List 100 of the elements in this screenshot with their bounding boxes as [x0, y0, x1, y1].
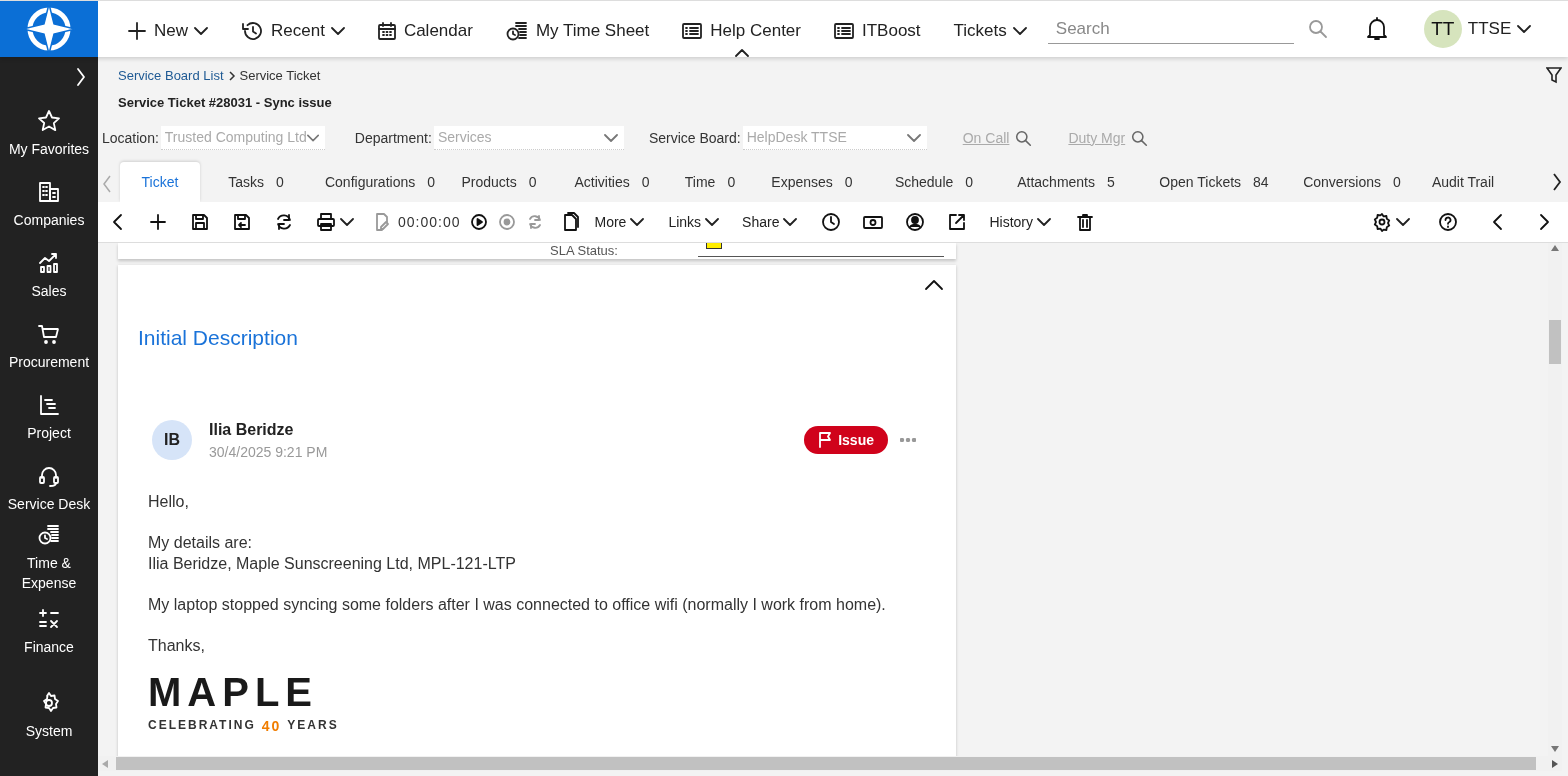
- chevron-right-icon: [227, 70, 236, 81]
- filter-icon[interactable]: [1546, 66, 1562, 84]
- nav-menu-item[interactable]: ITBoost: [834, 9, 921, 57]
- tab[interactable]: Products 0: [448, 162, 550, 202]
- nav-menu-item[interactable]: Recent: [241, 9, 345, 57]
- logo-tagline: YEARS: [287, 716, 339, 734]
- sidebar-icon[interactable]: [37, 251, 61, 275]
- plus-icon[interactable]: [148, 212, 168, 232]
- tab[interactable]: Audit Trail: [1418, 162, 1508, 202]
- tab[interactable]: Time 0: [674, 162, 746, 202]
- caret-down-icon: [783, 218, 798, 226]
- nav-menu-item[interactable]: Tickets: [953, 9, 1027, 57]
- history-icon: [241, 21, 263, 41]
- collapse-caret-icon[interactable]: [924, 279, 944, 291]
- sidebar-item[interactable]: Project: [1, 423, 97, 443]
- tab[interactable]: Expenses 0: [750, 162, 874, 202]
- caret-down-icon: [906, 133, 921, 142]
- printer-icon[interactable]: [316, 212, 336, 232]
- flag-icon: [818, 432, 833, 448]
- maple-logo: MAPLE: [148, 671, 318, 712]
- sidebar-item[interactable]: Finance: [1, 637, 97, 657]
- settings-icon[interactable]: [1372, 212, 1392, 232]
- calendar-icon: [377, 22, 396, 40]
- sidebar-item[interactable]: System: [1, 721, 97, 741]
- stop-icon[interactable]: [496, 212, 517, 232]
- caret-down-icon: [340, 218, 354, 226]
- tab[interactable]: Attachments 5: [994, 162, 1138, 202]
- scroll-right-icon[interactable]: [1552, 760, 1558, 768]
- save-close-icon[interactable]: [232, 212, 252, 232]
- timesheet-icon: [505, 21, 528, 41]
- sidebar-icon[interactable]: [37, 464, 61, 488]
- scroll-down-icon[interactable]: [1551, 746, 1559, 752]
- caret-down-icon: [630, 218, 645, 226]
- search-icon[interactable]: [1015, 129, 1033, 147]
- tab[interactable]: Open Tickets 84: [1142, 162, 1286, 202]
- toolbar-menu[interactable]: More: [594, 211, 645, 233]
- breadcrumb-link[interactable]: Service Board List: [118, 66, 224, 86]
- timer-display: 00:00:00: [398, 212, 461, 232]
- toolbar-menu[interactable]: Links: [668, 211, 720, 233]
- field-label: Department:: [354, 128, 432, 148]
- scroll-thumb[interactable]: [1549, 320, 1561, 364]
- scroll-thumb[interactable]: [116, 757, 1536, 770]
- sidebar-icon[interactable]: [37, 180, 61, 204]
- user-avatar[interactable]: TT: [1423, 10, 1462, 48]
- sidebar-icon[interactable]: [37, 109, 61, 133]
- sidebar-item[interactable]: Service Desk: [1, 494, 97, 514]
- play-icon[interactable]: [468, 212, 489, 232]
- author-name: Ilia Beridze: [209, 419, 295, 440]
- post-date: 30/4/2025 9:21 PM: [209, 442, 328, 462]
- external-link-icon[interactable]: [947, 212, 968, 232]
- nav-menu-item[interactable]: Help Center: [682, 9, 801, 57]
- caret-down-icon: [306, 133, 319, 142]
- issue-tag[interactable]: Issue: [804, 426, 888, 454]
- refresh-icon[interactable]: [274, 212, 294, 232]
- nav-menu-item[interactable]: My Time Sheet: [505, 9, 650, 57]
- nav-menu-item[interactable]: New: [128, 9, 208, 57]
- sidebar-item[interactable]: Procurement: [1, 352, 97, 372]
- scroll-up-icon[interactable]: [1551, 245, 1559, 251]
- search-input[interactable]: Search: [1047, 15, 1294, 42]
- sidebar-item[interactable]: Time & Expense: [1, 553, 97, 593]
- trash-icon[interactable]: [1075, 212, 1095, 232]
- sidebar-item[interactable]: Sales: [1, 281, 97, 301]
- page-title: Service Ticket #28031 - Sync issue: [118, 93, 332, 112]
- tab[interactable]: Tasks 0: [200, 162, 312, 202]
- tab[interactable]: Schedule 0: [878, 162, 990, 202]
- save-icon[interactable]: [190, 212, 210, 232]
- sidebar-item[interactable]: Companies: [1, 210, 97, 230]
- section-title: Initial Description: [138, 325, 298, 351]
- caret-down-icon: [1517, 25, 1532, 33]
- sidebar-icon[interactable]: [37, 523, 61, 547]
- breadcrumb-current: Service Ticket: [239, 67, 321, 85]
- sidebar-item[interactable]: My Favorites: [1, 139, 97, 159]
- bell-icon[interactable]: [1365, 17, 1388, 41]
- sidebar-icon[interactable]: [37, 322, 61, 346]
- message-paragraph: My laptop stopped syncing some folders after I was connected to office wifi (normally I work from home).: [148, 594, 887, 615]
- app-logo[interactable]: [0, 1, 98, 57]
- toolbar-menu[interactable]: History: [989, 211, 1051, 233]
- logo-tagline-number: 40: [261, 716, 282, 736]
- caret-down-icon: [705, 218, 720, 226]
- tab[interactable]: Conversions 0: [1290, 162, 1414, 202]
- more-icon[interactable]: [900, 438, 916, 442]
- tab[interactable]: Configurations 0: [316, 162, 444, 202]
- field-label: Location:: [102, 128, 159, 148]
- tab[interactable]: Activities 0: [554, 162, 670, 202]
- author-avatar: IB: [152, 420, 192, 460]
- list-icon: [682, 23, 703, 39]
- search-icon[interactable]: [1131, 129, 1149, 147]
- toolbar-menu[interactable]: Share: [742, 211, 798, 233]
- sidebar-icon[interactable]: [37, 607, 61, 631]
- message-paragraph: Hello,: [148, 491, 190, 512]
- tab[interactable]: Ticket: [120, 162, 200, 202]
- search-icon[interactable]: [1307, 19, 1328, 39]
- chevron-right-icon[interactable]: [1552, 172, 1562, 192]
- user-circle-icon[interactable]: [905, 212, 926, 232]
- clock-icon[interactable]: [821, 212, 842, 232]
- caret-down-icon: [1037, 218, 1051, 226]
- user-menu[interactable]: TTSE: [1467, 16, 1512, 42]
- nav-menu-item[interactable]: Calendar: [377, 9, 473, 57]
- help-icon[interactable]: [1438, 212, 1458, 232]
- sidebar-icon[interactable]: [37, 393, 61, 417]
